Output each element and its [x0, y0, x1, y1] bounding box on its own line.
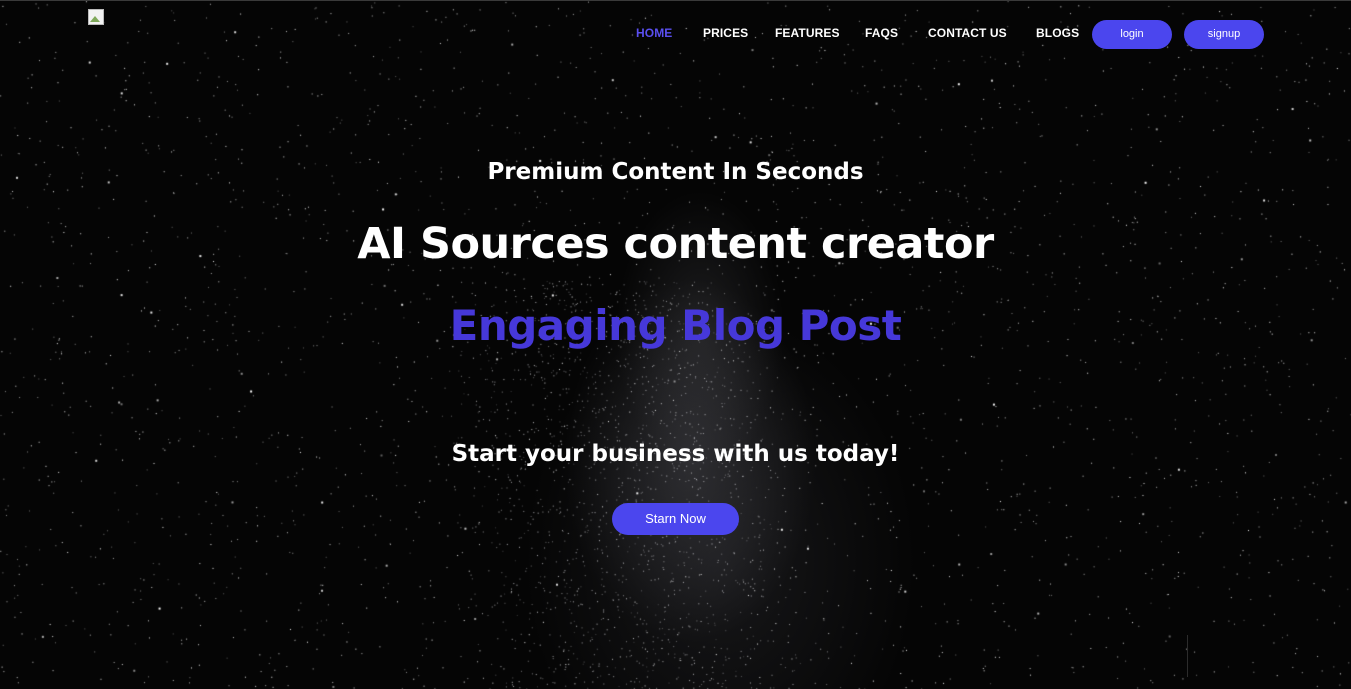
hero-tagline: Premium Content In Seconds — [487, 159, 864, 185]
hero-rotating-text: Engaging Blog Post — [449, 301, 902, 350]
signup-button[interactable]: signup — [1184, 20, 1264, 49]
decorative-divider — [1187, 635, 1188, 677]
nav-blogs[interactable]: BLOGS — [1036, 26, 1079, 40]
landing-page: HOME PRICES FEATURES FAQS CONTACT US BLO… — [0, 0, 1351, 689]
top-navigation: HOME PRICES FEATURES FAQS CONTACT US BLO… — [0, 19, 1351, 49]
nav-home[interactable]: HOME — [636, 26, 672, 40]
nav-contact-us[interactable]: CONTACT US — [928, 26, 1007, 40]
hero-cta-text: Start your business with us today! — [451, 441, 900, 467]
nav-faqs[interactable]: FAQS — [865, 26, 898, 40]
nav-prices[interactable]: PRICES — [703, 26, 748, 40]
nav-features[interactable]: FEATURES — [775, 26, 840, 40]
login-button[interactable]: login — [1092, 20, 1172, 49]
hero-headline: AI Sources content creator — [357, 219, 994, 269]
start-now-button[interactable]: Starn Now — [612, 503, 739, 535]
